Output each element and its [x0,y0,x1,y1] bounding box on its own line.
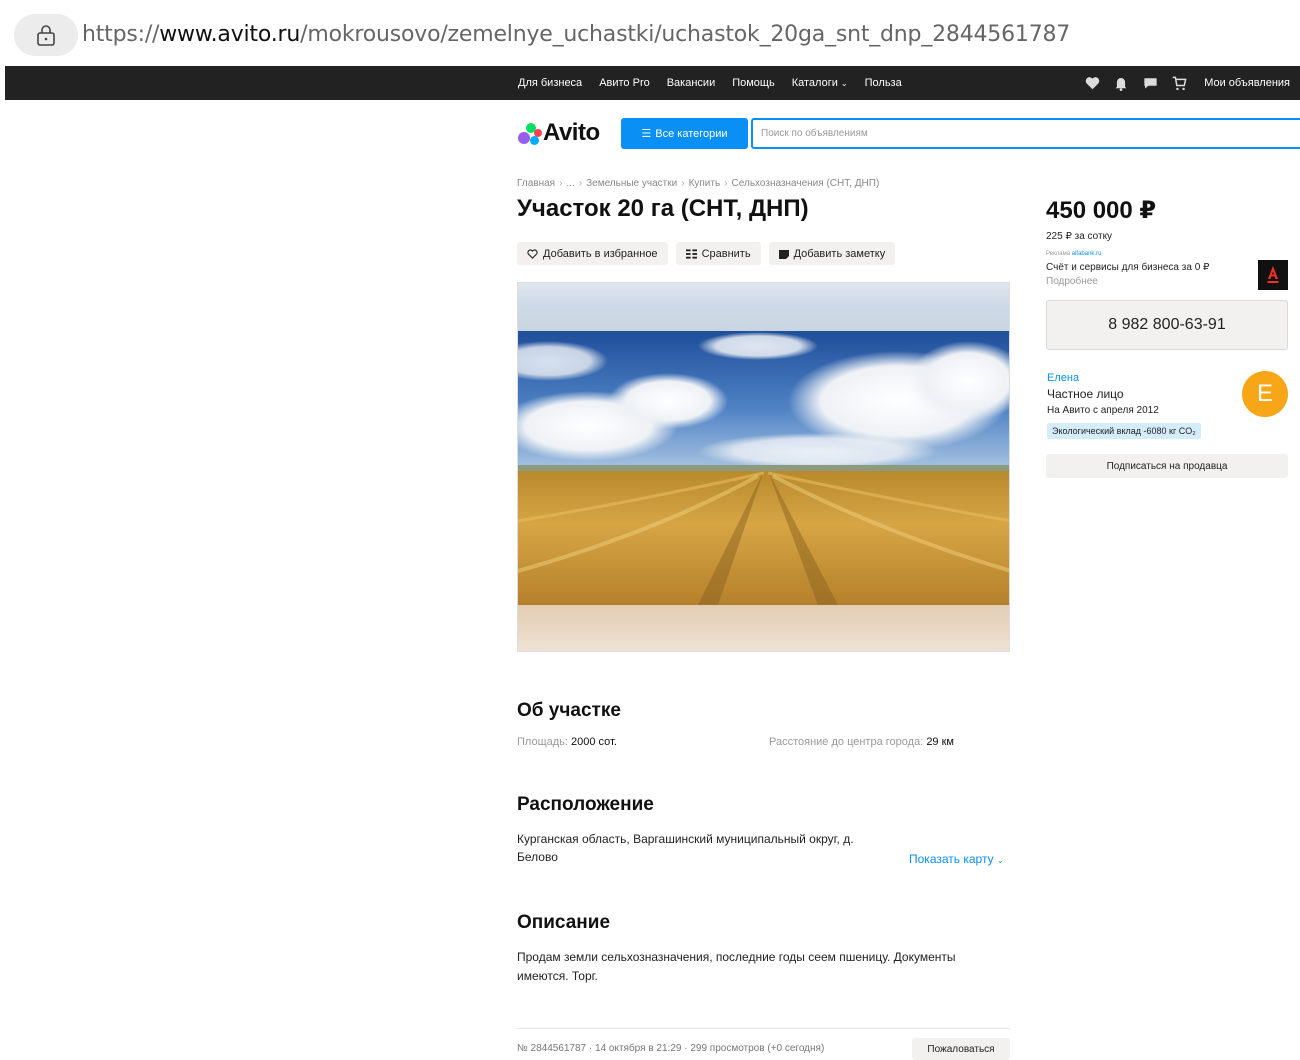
breadcrumb-separator: › [559,178,563,189]
breadcrumb-separator: › [724,178,728,189]
url-field[interactable]: https://www.avito.ru/mokrousovo/zemelnye… [82,22,1070,47]
show-phone-button[interactable]: 8 982 800-63-91 [1046,300,1288,350]
avito-logo-icon [516,120,542,146]
wheat-field-image [518,331,1009,605]
url-host: www.avito.ru [159,22,301,47]
breadcrumb: Главная › ... › Земельные участки › Купи… [517,178,879,189]
subscribe-seller-button[interactable]: Подписаться на продавца [1046,454,1288,478]
nav-link-avito-pro[interactable]: Авито Pro [599,77,650,89]
description-text: Продам земли сельхозназначения, последни… [517,950,956,983]
add-to-favorites-label: Добавить в избранное [543,247,658,260]
breadcrumb-home[interactable]: Главная [517,178,555,189]
nav-link-benefit[interactable]: Польза [865,77,902,89]
heart-outline-icon [527,248,538,259]
cart-icon[interactable] [1171,75,1187,91]
show-map-link[interactable]: Показать карту ⌄ [909,852,1004,866]
location-section-title: Расположение [517,794,654,815]
heart-icon[interactable] [1084,75,1100,91]
compare-button[interactable]: Сравнить [675,242,761,265]
add-note-button[interactable]: Добавить заметку [768,242,896,265]
lock-icon [37,25,55,46]
chevron-down-icon: ⌄ [996,856,1004,865]
ad-link[interactable]: alfabank.ru [1072,251,1102,257]
site-info-button[interactable] [14,14,78,56]
price-per-sotka: 225 ₽ за сотку [1046,231,1113,242]
ad-label: Реклама alfabank.ru [1046,251,1101,257]
add-note-label: Добавить заметку [793,247,886,260]
search-box [751,118,1300,149]
nav-link-catalogs[interactable]: Каталоги ⌄ [792,77,848,89]
eco-contribution-badge[interactable]: Экологический вклад -6080 кг CO₂ [1047,423,1201,439]
param-distance-value: 29 км [926,736,954,748]
listing-actions: Добавить в избранное Сравнить Добавить з… [517,242,896,265]
divider [517,1028,1010,1029]
ad-more-link[interactable]: Подробнее [1046,276,1098,287]
param-area-label: Площадь: [517,736,568,748]
param-area-value: 2000 сот. [571,736,617,748]
all-categories-label: Все категории [655,127,728,140]
search-input[interactable] [753,120,1300,147]
nav-link-help[interactable]: Помощь [732,77,775,89]
breadcrumb-separator: › [578,178,583,189]
show-map-label: Показать карту [909,852,994,866]
breadcrumb-land[interactable]: Земельные участки [586,178,677,189]
browser-address-bar: https://www.avito.ru/mokrousovo/zemelnye… [0,0,1300,66]
listing-title: Участок 20 га (СНТ, ДНП) [517,195,809,222]
chevron-down-icon: ⌄ [840,79,848,88]
bell-icon[interactable] [1113,75,1129,91]
compare-icon [685,248,697,259]
param-area: Площадь: 2000 сот. [517,736,617,748]
address: Курганская область, Варгашинский муницип… [517,832,854,864]
breadcrumb-agricultural[interactable]: Сельхозназначения (СНТ, ДНП) [732,178,880,189]
nav-link-business[interactable]: Для бизнеса [518,77,582,89]
avito-logo[interactable]: Avito [516,118,600,148]
nav-link-vacancies[interactable]: Вакансии [667,77,716,89]
url-path: /mokrousovo/zemelnye_uchastki/uchastok_2… [300,22,1071,47]
breadcrumb-separator: › [681,178,685,189]
menu-search-icon: ☰ [641,128,652,140]
compare-label: Сравнить [701,247,751,260]
price: 450 000 ₽ [1046,197,1157,224]
seller-name-link[interactable]: Елена [1047,372,1079,384]
param-distance: Расстояние до центра города: 29 км [769,736,954,748]
seller-avatar[interactable]: Е [1242,371,1288,417]
param-distance-label: Расстояние до центра города: [769,736,924,748]
top-navigation: Для бизнеса Авито Pro Вакансии Помощь Ка… [5,66,1300,100]
logo-text: Avito [543,119,600,146]
messages-icon[interactable] [1142,75,1158,91]
seller-type: Частное лицо [1047,387,1124,401]
all-categories-button[interactable]: ☰ Все категории [621,118,748,149]
my-ads-link[interactable]: Мои объявления [1204,77,1290,89]
ad-text[interactable]: Счёт и сервисы для бизнеса за 0 ₽ [1046,262,1209,273]
breadcrumb-buy[interactable]: Купить [689,178,721,189]
listing-photo[interactable] [517,282,1010,652]
add-to-favorites-button[interactable]: Добавить в избранное [517,242,668,265]
alfabank-logo-icon[interactable] [1258,260,1288,290]
ad-label-text: Реклама [1046,251,1071,257]
breadcrumb-ellipsis[interactable]: ... [566,178,574,189]
listing-meta: № 2844561787 · 14 октября в 21:29 · 299 … [517,1043,825,1054]
photo-blur-bottom [518,605,1009,651]
seller-since: На Авито с апреля 2012 [1047,405,1159,416]
url-scheme: https:// [82,22,160,47]
about-section-title: Об участке [517,700,621,721]
note-icon [778,249,789,259]
description-section-title: Описание [517,912,611,933]
photo-blur-top [518,283,1009,331]
